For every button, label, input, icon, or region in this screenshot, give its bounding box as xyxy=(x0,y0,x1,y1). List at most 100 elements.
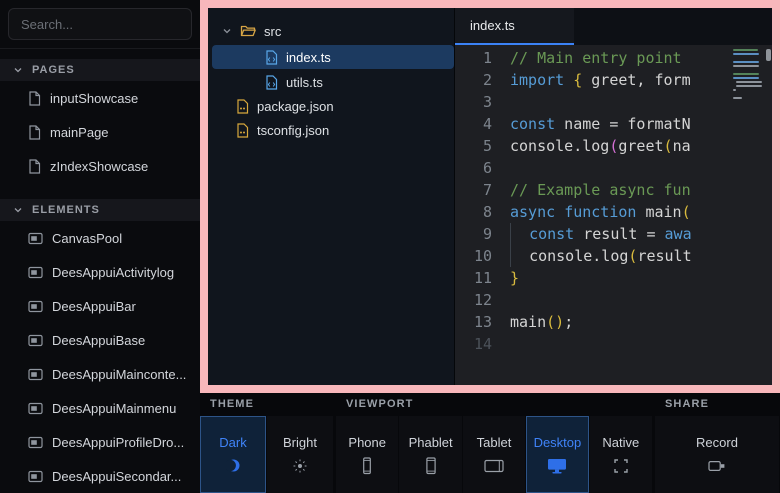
native-button[interactable]: Native xyxy=(590,416,652,493)
tree-item-index-ts[interactable]: index.ts xyxy=(212,45,454,69)
code-line-7: 7// Example async fun xyxy=(455,179,772,201)
editor-tabbar: index.ts xyxy=(455,8,772,45)
button-label: Bright xyxy=(283,435,317,450)
sidebar-item-deesappuisecondar[interactable]: DeesAppuiSecondar... xyxy=(0,459,200,493)
code-line-9: 9 const result = awa xyxy=(455,223,772,245)
code-line-14: 14 xyxy=(455,333,772,355)
native-icon xyxy=(613,457,629,475)
code-line-2: 2import { greet, form xyxy=(455,69,772,91)
component-icon xyxy=(28,402,43,415)
sidebar-item-deesappuiactivitylog[interactable]: DeesAppuiActivitylog xyxy=(0,255,200,289)
code-line-13: 13main(); xyxy=(455,311,772,333)
toolbar-buttons: Dark Bright Phone Phablet TabletDesktop Nativ… xyxy=(200,416,780,493)
sidebar-item-deesappuimainmenu[interactable]: DeesAppuiMainmenu xyxy=(0,391,200,425)
sidebar: PAGES inputShowcase mainPage zIndexShowcase… xyxy=(0,0,200,493)
sidebar-item-deesappuimainconte[interactable]: DeesAppuiMainconte... xyxy=(0,357,200,391)
component-icon xyxy=(28,368,43,381)
document-icon xyxy=(28,159,41,174)
tree-item-src[interactable]: src xyxy=(208,18,454,44)
minimap[interactable] xyxy=(733,49,763,105)
sidebar-item-label: zIndexShowcase xyxy=(50,159,148,174)
button-label: Native xyxy=(602,435,639,450)
sidebar-item-label: DeesAppuiSecondar... xyxy=(52,469,181,484)
sidebar-item-label: inputShowcase xyxy=(50,91,138,106)
section-header-elements[interactable]: ELEMENTS xyxy=(0,199,200,221)
sidebar-item-inputshowcase[interactable]: inputShowcase xyxy=(0,81,200,115)
button-label: Dark xyxy=(219,435,246,450)
sun-icon xyxy=(293,457,307,475)
line-number: 10 xyxy=(455,245,510,267)
sidebar-item-label: CanvasPool xyxy=(52,231,122,246)
document-icon xyxy=(28,91,41,106)
component-icon xyxy=(28,266,43,279)
line-number: 12 xyxy=(455,289,510,311)
chevron-down-icon xyxy=(13,205,23,215)
section-header-pages[interactable]: PAGES xyxy=(0,59,200,81)
code-line-4: 4const name = formatN xyxy=(455,113,772,135)
tree-item-tsconfig-json[interactable]: tsconfig.json xyxy=(208,118,454,142)
dark-button[interactable]: Dark xyxy=(200,416,266,493)
sidebar-item-label: DeesAppuiMainconte... xyxy=(52,367,186,382)
sidebar-item-label: mainPage xyxy=(50,125,109,140)
search-container xyxy=(0,0,200,48)
line-number: 2 xyxy=(455,69,510,91)
phone-button[interactable]: Phone xyxy=(336,416,398,493)
button-label: Phone xyxy=(348,435,386,450)
tree-item-label: index.ts xyxy=(286,50,331,65)
tab-index-ts[interactable]: index.ts xyxy=(455,8,574,45)
document-icon xyxy=(28,125,41,140)
tree-item-utils-ts[interactable]: utils.ts xyxy=(208,70,454,94)
sidebar-sections: PAGES inputShowcase mainPage zIndexShowcase… xyxy=(0,59,200,493)
line-number: 1 xyxy=(455,47,510,69)
sidebar-divider xyxy=(0,48,200,49)
sidebar-item-mainpage[interactable]: mainPage xyxy=(0,115,200,149)
chevron-down-icon xyxy=(13,65,23,75)
preview-frame: src index.ts utils.ts package.json tsconfig.… xyxy=(200,0,780,393)
code-line-8: 8async function main( xyxy=(455,201,772,223)
sidebar-item-label: DeesAppuiProfileDro... xyxy=(52,435,184,450)
search-input[interactable] xyxy=(8,8,192,40)
sidebar-item-deesappuibase[interactable]: DeesAppuiBase xyxy=(0,323,200,357)
sidebar-item-canvaspool[interactable]: CanvasPool xyxy=(0,221,200,255)
toolbar-group-label-viewport: VIEWPORT xyxy=(336,393,652,416)
section-label: PAGES xyxy=(32,64,75,76)
sidebar-item-deesappuibar[interactable]: DeesAppuiBar xyxy=(0,289,200,323)
toolbar-group-share: Record xyxy=(655,416,779,493)
desktop-icon xyxy=(547,457,567,475)
tab-label: index.ts xyxy=(470,18,515,33)
sidebar-item-zindexshowcase[interactable]: zIndexShowcase xyxy=(0,149,200,183)
bright-button[interactable]: Bright xyxy=(267,416,333,493)
record-button[interactable]: Record xyxy=(655,416,779,493)
ts-file-icon xyxy=(265,50,278,65)
toolbar-group-label-theme: THEME xyxy=(200,393,333,416)
sidebar-item-label: DeesAppuiActivitylog xyxy=(52,265,174,280)
tree-item-package-json[interactable]: package.json xyxy=(208,94,454,118)
code-line-3: 3 xyxy=(455,91,772,113)
tablet-icon xyxy=(484,457,504,475)
tree-item-label: tsconfig.json xyxy=(257,123,329,138)
sidebar-item-deesappuiprofiledro[interactable]: DeesAppuiProfileDro... xyxy=(0,425,200,459)
code-line-5: 5console.log(greet(na xyxy=(455,135,772,157)
tablet-button[interactable]: Tablet xyxy=(463,416,525,493)
code-line-1: 1// Main entry point xyxy=(455,47,772,69)
line-number: 13 xyxy=(455,311,510,333)
scrollbar-thumb[interactable] xyxy=(766,49,771,61)
desktop-button[interactable]: Desktop xyxy=(526,416,588,493)
sidebar-item-label: DeesAppuiBar xyxy=(52,299,136,314)
record-icon xyxy=(708,457,726,475)
section-label: ELEMENTS xyxy=(32,204,100,216)
tree-item-label: package.json xyxy=(257,99,334,114)
button-label: Phablet xyxy=(409,435,453,450)
code-line-6: 6 xyxy=(455,157,772,179)
code-line-11: 11} xyxy=(455,267,772,289)
line-number: 14 xyxy=(455,333,510,355)
toolbar-headers: THEMEVIEWPORTSHARE xyxy=(200,393,780,416)
app-window: PAGES inputShowcase mainPage zIndexShowcase… xyxy=(0,0,780,493)
code-line-10: 10 console.log(result xyxy=(455,245,772,267)
line-number: 11 xyxy=(455,267,510,289)
phablet-button[interactable]: Phablet xyxy=(399,416,461,493)
code-area[interactable]: 1// Main entry point2import { greet, for… xyxy=(455,45,772,385)
component-icon xyxy=(28,300,43,313)
code-editor-demo: src index.ts utils.ts package.json tsconfig.… xyxy=(208,8,772,385)
chevron-down-icon xyxy=(222,26,232,36)
